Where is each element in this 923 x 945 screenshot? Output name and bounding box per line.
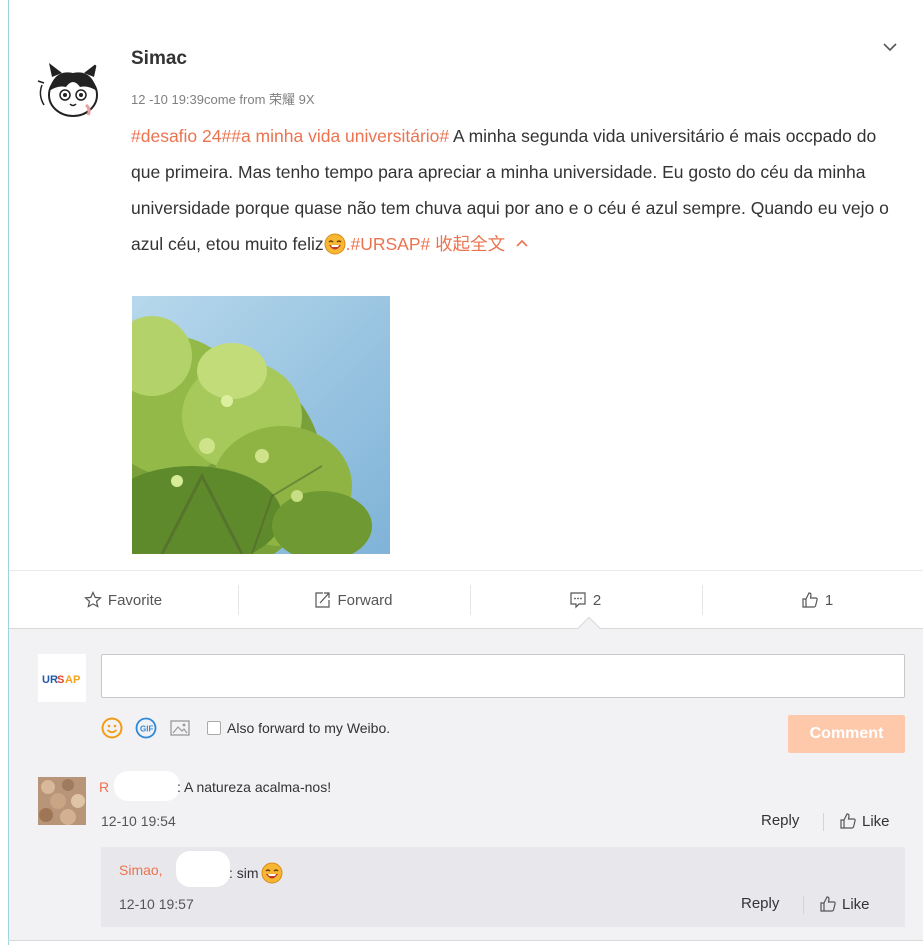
commenter-name[interactable]: R: [99, 779, 109, 795]
comment-button[interactable]: Comment: [788, 715, 905, 753]
user-avatar[interactable]: [36, 55, 106, 125]
bottom-border: [8, 940, 923, 941]
comment-time: 12-10 19:54: [101, 813, 176, 829]
forward-checkbox-label: Also forward to my Weibo.: [227, 720, 391, 736]
commenter-avatar[interactable]: [38, 777, 86, 825]
like-button[interactable]: 1: [703, 571, 923, 629]
reply-like-divider: [823, 813, 824, 831]
collapse-label: 收起全文: [430, 234, 506, 254]
reply-time: 12-10 19:57: [119, 896, 194, 912]
hashtag-ursap-link[interactable]: #URSAP#: [350, 234, 430, 254]
action-bar: Favorite Forward 2 1: [9, 570, 923, 628]
forward-icon: [315, 592, 331, 608]
reply-label: Reply: [741, 895, 780, 912]
post-photo[interactable]: [132, 296, 390, 554]
image-icon[interactable]: [169, 717, 191, 739]
comment-section: UR S AP GIF Also forward to my Weibo. Co…: [9, 616, 923, 940]
redacted-name: [114, 771, 180, 801]
likes-count: 1: [824, 591, 834, 609]
svg-text:GIF: GIF: [140, 725, 153, 734]
post-text: #desafio 24##a minha vida universitário#…: [131, 118, 891, 262]
gif-icon[interactable]: GIF: [135, 717, 157, 739]
reply-text-content: : sim: [229, 865, 259, 881]
my-avatar: UR S AP: [38, 654, 86, 702]
reply-button[interactable]: Reply: [761, 812, 799, 829]
favorite-button[interactable]: Favorite: [9, 571, 237, 629]
collapse-text-link[interactable]: 收起全文: [430, 234, 529, 254]
forward-checkbox[interactable]: [207, 721, 221, 735]
thumbs-up-icon: [802, 592, 818, 608]
thumbs-up-icon: [820, 896, 836, 912]
reply-like-divider: [803, 896, 804, 914]
laughing-emoji-icon: [261, 862, 283, 884]
favorite-label: Favorite: [107, 591, 163, 609]
reply-text: : sim: [229, 862, 283, 884]
laughing-emoji-icon: [324, 231, 346, 255]
redacted-name: [176, 851, 230, 887]
comment-like-button[interactable]: Like: [839, 812, 890, 830]
chevron-up-icon: [515, 226, 529, 262]
comments-count: 2: [592, 591, 602, 609]
like-label: Like: [842, 895, 870, 913]
like-label: Like: [862, 812, 890, 830]
chevron-down-icon[interactable]: [878, 35, 902, 59]
star-icon: [83, 591, 102, 608]
comment-icon: [570, 592, 586, 609]
reply-label: Reply: [761, 812, 800, 829]
emoji-icon[interactable]: [101, 717, 123, 739]
reply-like-button[interactable]: Like: [819, 895, 870, 913]
reply-author-name[interactable]: Simao,: [119, 862, 163, 878]
thumbs-up-icon: [840, 813, 856, 829]
comment-input[interactable]: [101, 654, 905, 698]
post-username[interactable]: Simac: [131, 48, 187, 70]
post-meta: 12 -10 19:39come from 荣耀 9X: [131, 92, 315, 107]
svg-text:AP: AP: [65, 674, 80, 686]
composer-tools: GIF Also forward to my Weibo.: [101, 715, 390, 741]
comment-text: : A natureza acalma-nos!: [177, 779, 332, 795]
weibo-post: Simac 12 -10 19:39come from 荣耀 9X #desaf…: [9, 0, 923, 570]
reply-button[interactable]: Reply: [741, 895, 779, 912]
hashtag-link[interactable]: #desafio 24##a minha vida universitário#: [131, 126, 449, 146]
svg-text:S: S: [57, 674, 64, 686]
forward-label: Forward: [337, 591, 393, 609]
svg-text:UR: UR: [42, 674, 58, 686]
forward-button[interactable]: Forward: [239, 571, 467, 629]
reply-thread: Simao, : sim 12-10 19:57 Reply Like: [101, 847, 905, 927]
